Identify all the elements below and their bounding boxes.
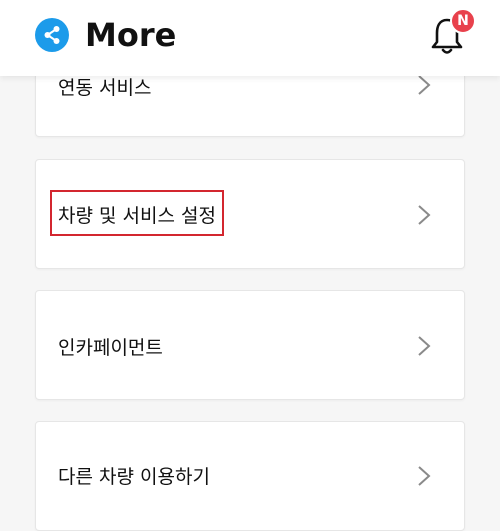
top-app-bar: More N — [0, 0, 500, 76]
chevron-right-icon — [418, 336, 431, 356]
menu-item-label: 다른 차량 이용하기 — [58, 466, 210, 488]
menu-item-use-other-vehicle[interactable]: 다른 차량 이용하기 — [35, 421, 465, 531]
page-title: More — [85, 16, 177, 54]
menu-item-incar-payment[interactable]: 인카페이먼트 — [35, 290, 465, 400]
share-icon — [44, 26, 60, 44]
share-button[interactable] — [35, 18, 69, 52]
menu-item-label: 인카페이먼트 — [58, 337, 163, 359]
menu-item-label: 차량 및 서비스 설정 — [58, 205, 216, 227]
menu-item-label: 연동 서비스 — [58, 77, 152, 99]
chevron-right-icon — [418, 466, 431, 486]
notification-badge: N — [450, 8, 476, 34]
chevron-right-icon — [418, 205, 431, 225]
menu-item-vehicle-service-settings[interactable]: 차량 및 서비스 설정 — [35, 159, 465, 269]
chevron-right-icon — [418, 75, 431, 95]
